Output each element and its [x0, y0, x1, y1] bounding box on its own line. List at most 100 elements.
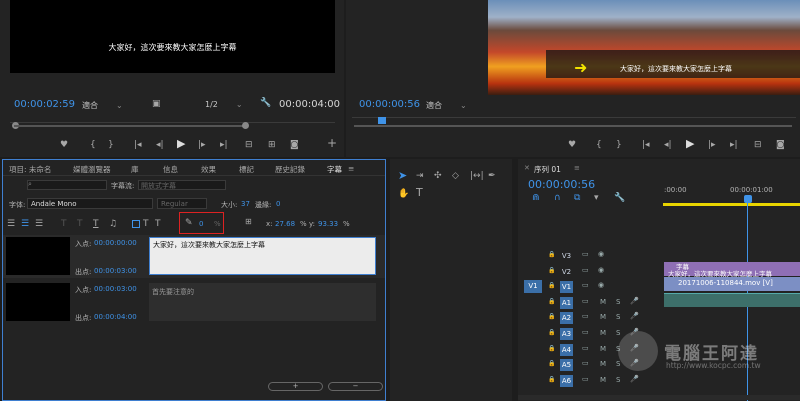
play-icon[interactable]: ▶ — [177, 138, 185, 149]
work-area-bar[interactable] — [663, 203, 800, 206]
tab-markers[interactable]: 標記 — [239, 164, 254, 175]
caption-row[interactable]: 入点: 00:00:00:00 出点: 00:00:03:00 大家好，這次要來… — [3, 235, 385, 278]
mute-button[interactable]: M — [600, 298, 606, 306]
ripple-edit-tool-icon[interactable]: ✣ — [434, 171, 442, 181]
caption-text-field[interactable]: 大家好，這次要來教大家怎麼上字幕 — [149, 237, 376, 275]
sync-lock-icon[interactable]: ▭ — [582, 250, 589, 258]
mute-button[interactable]: M — [600, 345, 606, 353]
mute-button[interactable]: M — [600, 313, 606, 321]
step-back-icon[interactable]: ◂| — [156, 140, 164, 150]
slip-tool-icon[interactable]: |↔| — [470, 171, 484, 181]
italic-icon[interactable]: T — [77, 219, 83, 229]
caption-out-value[interactable]: 00:00:04:00 — [94, 313, 137, 321]
timeline-settings-icon[interactable]: 🔧 — [614, 193, 625, 203]
track-target-a1[interactable]: A1 — [560, 296, 573, 309]
source-fit-select[interactable]: 適合 — [82, 100, 123, 111]
bracket-in-icon[interactable]: { — [90, 140, 96, 150]
audio-clip[interactable] — [664, 293, 800, 307]
timeline-playhead-icon[interactable] — [744, 195, 752, 203]
lock-icon[interactable]: 🔒 — [548, 251, 555, 258]
lock-icon[interactable]: 🔒 — [548, 298, 555, 305]
link-icon[interactable]: ∩ — [554, 193, 561, 203]
caption-clip[interactable]: 字幕 大家好，這次要來教大家怎麼上字幕 — [664, 262, 800, 278]
source-quality-select[interactable]: 1/2 — [205, 100, 243, 109]
bracket-in-icon[interactable]: { — [596, 140, 602, 150]
bracket-out-icon[interactable]: } — [616, 140, 622, 150]
timeline-timecode[interactable]: 00:00:00:56 — [528, 178, 595, 191]
overwrite-icon[interactable]: ⊞ — [268, 140, 276, 150]
program-timecode[interactable]: 00:00:00:56 — [359, 99, 420, 110]
add-caption-button[interactable]: + — [268, 382, 323, 391]
edge-value[interactable]: 0 — [276, 200, 280, 208]
go-to-in-icon[interactable]: |◂ — [642, 140, 650, 150]
lock-icon[interactable]: 🔒 — [548, 360, 555, 367]
step-forward-icon[interactable]: |▸ — [198, 140, 206, 150]
align-left-icon[interactable]: ☰ — [7, 219, 15, 229]
step-forward-icon[interactable]: |▸ — [708, 140, 716, 150]
source-timecode[interactable]: 00:00:02:59 — [14, 99, 75, 110]
mute-button[interactable]: M — [600, 329, 606, 337]
camera-icon[interactable]: ◙ — [290, 140, 299, 150]
track-target-a6[interactable]: A6 — [560, 374, 573, 387]
position-grid-icon[interactable]: ⊞ — [245, 217, 252, 227]
mute-button[interactable]: M — [600, 376, 606, 384]
camera-icon[interactable]: ◙ — [776, 140, 785, 150]
caption-out-value[interactable]: 00:00:03:00 — [94, 267, 137, 275]
track-select-tool-icon[interactable]: ⇥ — [416, 171, 424, 181]
solo-button[interactable]: S — [616, 376, 620, 384]
lock-icon[interactable]: 🔒 — [548, 329, 555, 336]
track-target-v2[interactable]: V2 — [560, 266, 573, 278]
mark-in-icon[interactable]: ♥ — [60, 140, 68, 150]
opacity-value[interactable]: 0 — [199, 220, 203, 228]
add-button-icon[interactable]: + — [327, 137, 337, 149]
sync-lock-icon[interactable]: ▭ — [582, 328, 589, 336]
program-scrollbar[interactable] — [354, 125, 792, 127]
play-icon[interactable]: ▶ — [686, 138, 694, 149]
tab-project[interactable]: 項目: 未命名 — [9, 164, 51, 175]
caption-text-field[interactable]: 首先要注意的 — [149, 283, 376, 321]
settings-icon[interactable]: ▣ — [152, 99, 161, 109]
tab-info[interactable]: 信息 — [163, 164, 178, 175]
eyedropper-icon[interactable]: ✎ — [185, 218, 193, 228]
caption-row[interactable]: 入点: 00:00:03:00 出点: 00:00:04:00 首先要注意的 — [3, 281, 385, 324]
sync-lock-icon[interactable]: ▭ — [582, 359, 589, 367]
mute-button[interactable]: M — [600, 360, 606, 368]
lift-icon[interactable]: ⊟ — [754, 140, 762, 150]
eye-icon[interactable]: ◉ — [598, 266, 604, 274]
solo-button[interactable]: S — [616, 298, 620, 306]
tab-media-browser[interactable]: 媒體瀏覽器 — [73, 164, 111, 175]
lock-icon[interactable]: 🔒 — [548, 282, 555, 289]
tab-libraries[interactable]: 庫 — [131, 164, 139, 175]
track-target-a2[interactable]: A2 — [560, 312, 573, 325]
program-playhead-icon[interactable] — [378, 117, 386, 124]
bracket-out-icon[interactable]: } — [108, 140, 114, 150]
video-clip[interactable]: 20171006-110844.mov [V] — [664, 277, 800, 291]
linked-selection-icon[interactable]: ⧉ — [574, 193, 580, 203]
x-value[interactable]: 27.68 — [275, 220, 295, 228]
caption-search-input[interactable] — [27, 180, 107, 190]
source-scrollbar[interactable] — [14, 125, 246, 127]
razor-tool-icon[interactable]: ◇ — [452, 171, 459, 181]
background-color-icon[interactable] — [132, 220, 140, 228]
wrench-icon[interactable]: 🔧 — [260, 98, 271, 108]
panel-menu-icon[interactable]: ≡ — [348, 164, 354, 173]
eye-icon[interactable]: ◉ — [598, 281, 604, 289]
snap-icon[interactable]: ⋒ — [532, 193, 540, 203]
microphone-icon[interactable]: 🎤 — [630, 312, 639, 320]
microphone-icon[interactable]: 🎤 — [630, 375, 639, 383]
track-target-a4[interactable]: A4 — [560, 343, 573, 356]
step-back-icon[interactable]: ◂| — [664, 140, 672, 150]
insert-icon[interactable]: ⊟ — [245, 140, 253, 150]
text-color-icon[interactable]: T — [143, 219, 149, 229]
remove-caption-button[interactable]: − — [328, 382, 383, 391]
eye-icon[interactable]: ◉ — [598, 250, 604, 258]
sync-lock-icon[interactable]: ▭ — [582, 375, 589, 383]
track-target-a5[interactable]: A5 — [560, 359, 573, 372]
track-target-a3[interactable]: A3 — [560, 328, 573, 340]
sync-lock-icon[interactable]: ▭ — [582, 344, 589, 352]
align-right-icon[interactable]: ☰ — [35, 219, 43, 229]
mark-icon[interactable]: ♥ — [568, 140, 576, 150]
solo-button[interactable]: S — [616, 313, 620, 321]
close-icon[interactable]: ✕ — [524, 164, 530, 172]
edge-color-icon[interactable]: T — [155, 219, 161, 229]
